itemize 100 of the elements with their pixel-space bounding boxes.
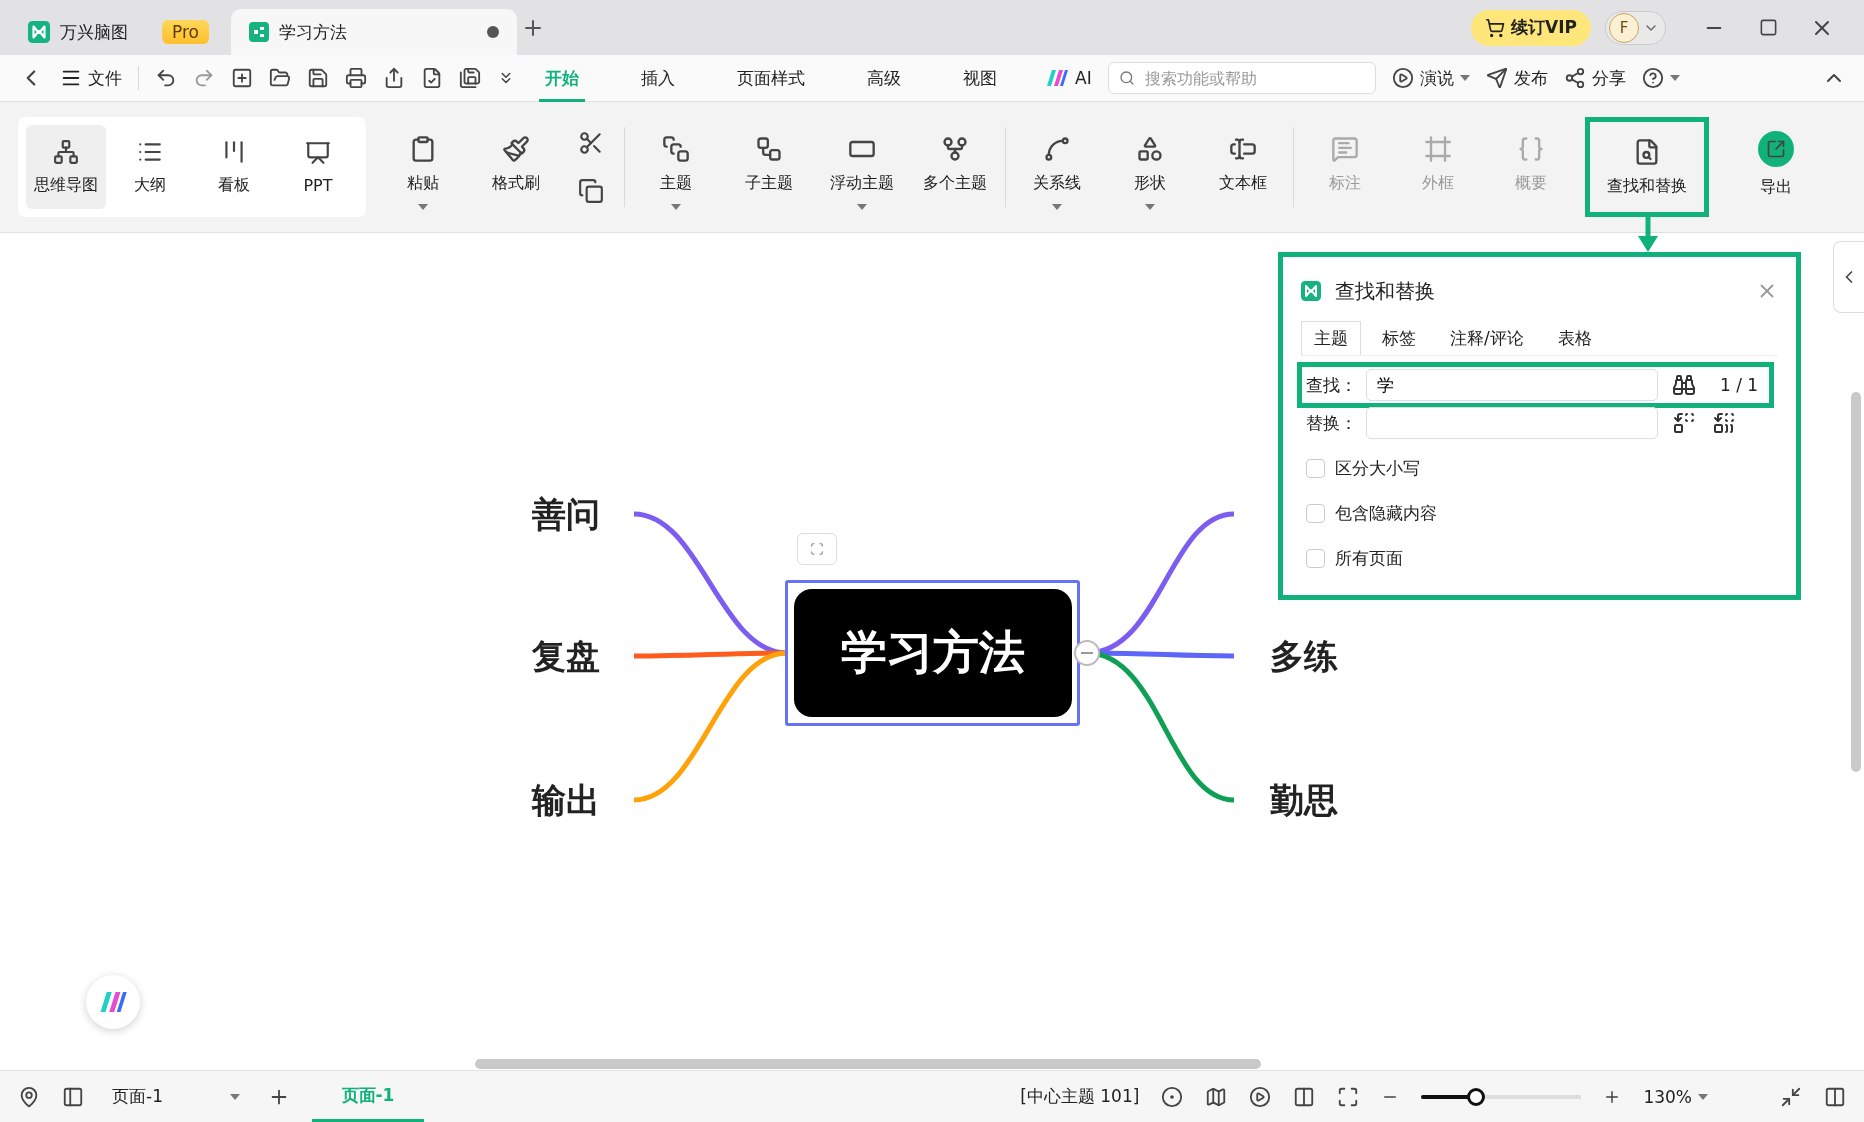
caret-icon bbox=[1459, 75, 1470, 81]
caret-icon bbox=[230, 1093, 240, 1100]
renew-vip-button[interactable]: 续订VIP bbox=[1471, 9, 1591, 46]
ribbon-button[interactable]: 格式刷 bbox=[469, 119, 562, 215]
map-icon[interactable] bbox=[1205, 1085, 1228, 1108]
collapse-button[interactable] bbox=[1074, 640, 1100, 666]
search-icon bbox=[1118, 69, 1135, 87]
checkbox[interactable] bbox=[1306, 549, 1325, 568]
vertical-scrollbar[interactable] bbox=[1851, 392, 1861, 772]
ai-assistant-button[interactable] bbox=[86, 975, 140, 1029]
corner-icon bbox=[810, 542, 824, 556]
copy-icon[interactable] bbox=[578, 178, 604, 204]
play-icon[interactable] bbox=[1249, 1085, 1272, 1108]
checkbox[interactable] bbox=[1306, 459, 1325, 478]
send-icon bbox=[1485, 67, 1508, 89]
slider-thumb[interactable] bbox=[1466, 1087, 1485, 1106]
help-icon bbox=[1641, 67, 1664, 89]
toolbar-action[interactable]: 分享 bbox=[1563, 66, 1626, 90]
replace-all-icon[interactable] bbox=[1712, 411, 1736, 435]
fullscreen-icon[interactable] bbox=[1780, 1085, 1802, 1108]
ribbon-button[interactable]: 浮动主题 bbox=[815, 119, 908, 215]
dialog-tab[interactable]: 主题 bbox=[1301, 321, 1361, 355]
view-button[interactable]: 看板 bbox=[194, 125, 274, 209]
maximize-icon[interactable] bbox=[1758, 18, 1778, 37]
mind-map-icon bbox=[53, 138, 79, 165]
checkbox[interactable] bbox=[1306, 504, 1325, 523]
avatar: F bbox=[1609, 12, 1639, 43]
file-menu-button[interactable]: 文件 bbox=[60, 66, 122, 90]
ribbon-button[interactable]: 形状 bbox=[1103, 119, 1196, 215]
fit-screen-icon[interactable] bbox=[1337, 1085, 1360, 1108]
central-topic[interactable]: 学习方法 bbox=[794, 589, 1072, 717]
print-icon[interactable] bbox=[345, 67, 367, 89]
view-button[interactable]: 思维导图 bbox=[26, 125, 106, 209]
topic-label: 复盘 bbox=[531, 635, 600, 678]
find-field[interactable]: 学 bbox=[1366, 369, 1658, 401]
search-input[interactable]: 搜索功能或帮助 bbox=[1142, 67, 1365, 89]
pro-badge: Pro bbox=[162, 20, 209, 44]
ribbon-tab[interactable]: 高级 bbox=[861, 54, 907, 102]
dialog-tab[interactable]: 注释/评论 bbox=[1437, 321, 1537, 355]
outline-location-icon[interactable] bbox=[18, 1085, 40, 1108]
open-folder-icon[interactable] bbox=[269, 67, 291, 89]
help-button[interactable] bbox=[1641, 67, 1680, 89]
stacked-boxes-icon bbox=[661, 135, 690, 163]
ribbon-button[interactable]: 文本框 bbox=[1196, 119, 1289, 215]
account-button[interactable]: F bbox=[1605, 10, 1666, 45]
horizontal-scrollbar[interactable] bbox=[475, 1059, 1261, 1069]
page-dropdown[interactable]: 页面-1 bbox=[106, 1085, 246, 1108]
replace-field[interactable] bbox=[1366, 407, 1658, 439]
curved-line-icon bbox=[1042, 135, 1071, 163]
search-field[interactable]: 搜索功能或帮助 bbox=[1107, 62, 1376, 94]
view-button[interactable]: 大纲 bbox=[110, 125, 190, 209]
ribbon-button[interactable]: 关系线 bbox=[1010, 119, 1103, 215]
find-label: 查找： bbox=[1306, 373, 1356, 397]
play-icon bbox=[1391, 67, 1414, 89]
cart-icon bbox=[1485, 17, 1506, 38]
checkbox-label: 区分大小写 bbox=[1335, 457, 1420, 480]
export-icon[interactable] bbox=[383, 67, 405, 89]
document-tab[interactable]: 学习方法 bbox=[231, 9, 517, 55]
ribbon-button[interactable]: 多个主题 bbox=[908, 119, 1001, 215]
ribbon-tab[interactable]: 视图 bbox=[957, 54, 1003, 102]
ribbon-button[interactable]: 子主题 bbox=[722, 119, 815, 215]
theme-icon[interactable] bbox=[1161, 1085, 1184, 1108]
topic-label: 多练 bbox=[1270, 635, 1338, 678]
panel-icon[interactable] bbox=[62, 1085, 84, 1108]
app-logo-icon bbox=[28, 21, 50, 43]
topic-label: 善问 bbox=[531, 493, 600, 536]
ribbon-button[interactable]: 主题 bbox=[629, 119, 722, 215]
export-icon bbox=[1757, 131, 1794, 167]
scissors-icon[interactable] bbox=[578, 130, 604, 156]
ribbon-button[interactable]: 导出 bbox=[1729, 119, 1822, 215]
checkbox-label: 包含隐藏内容 bbox=[1335, 502, 1437, 525]
replace-icon[interactable] bbox=[1672, 411, 1696, 435]
redo-icon[interactable] bbox=[193, 67, 215, 89]
view-button[interactable]: PPT bbox=[278, 125, 358, 209]
zoom-dropdown[interactable]: 130% bbox=[1643, 1086, 1708, 1107]
checkbox-label: 所有页面 bbox=[1335, 547, 1403, 570]
undo-icon[interactable] bbox=[155, 67, 177, 89]
document-tab[interactable]: 万兴脑图 Pro bbox=[10, 9, 227, 55]
dialog-title: 查找和替换 bbox=[1335, 277, 1436, 305]
ribbon-tab[interactable]: 页面样式 bbox=[731, 54, 811, 102]
selection-info: [中心主题 101] bbox=[1020, 1085, 1140, 1108]
save-as-icon[interactable] bbox=[459, 67, 481, 89]
dialog-tab[interactable]: 表格 bbox=[1544, 321, 1605, 355]
ribbon-button[interactable]: 查找和替换 bbox=[1585, 117, 1709, 217]
slides-icon bbox=[305, 139, 331, 166]
dialog-tab[interactable]: 标签 bbox=[1369, 321, 1429, 355]
ai-button[interactable]: AI bbox=[1045, 66, 1092, 90]
binoculars-icon[interactable] bbox=[1672, 373, 1696, 397]
topic-label: 勤思 bbox=[1270, 779, 1338, 822]
save-icon[interactable] bbox=[307, 67, 329, 89]
paintbrush-icon bbox=[501, 135, 530, 163]
toolbar-action[interactable]: 发布 bbox=[1485, 66, 1548, 90]
ribbon-button[interactable]: 粘贴 bbox=[376, 119, 469, 215]
workflow-icon bbox=[754, 135, 783, 163]
ribbon-tab[interactable]: 插入 bbox=[635, 54, 681, 102]
replace-label: 替换： bbox=[1306, 411, 1356, 435]
document-icon bbox=[249, 22, 269, 42]
app-logo-icon bbox=[1301, 281, 1321, 301]
toolbar-action[interactable]: 演说 bbox=[1391, 66, 1470, 90]
new-file-icon[interactable] bbox=[231, 67, 253, 89]
